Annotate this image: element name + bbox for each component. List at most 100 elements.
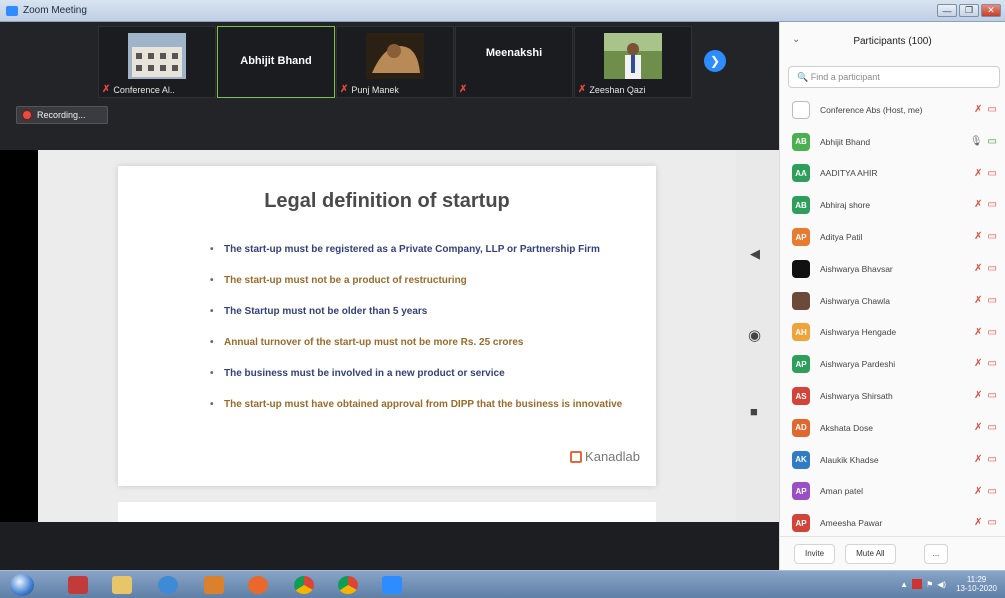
tile-name: Abhijit Bhand bbox=[240, 55, 312, 67]
flag-icon[interactable]: ⚑ bbox=[926, 580, 933, 589]
participants-list: Conference Abs (Host, me) ✗ ▭ AB Abhijit Bha… bbox=[780, 94, 1005, 539]
chrome-icon[interactable] bbox=[338, 576, 358, 594]
media-player-icon[interactable] bbox=[204, 576, 224, 594]
firefox-icon[interactable] bbox=[248, 576, 268, 594]
participant-name: Aishwarya Chawla bbox=[820, 295, 890, 306]
tray-icon[interactable] bbox=[912, 579, 923, 589]
participant-status-icons: ✗ ▭ bbox=[974, 104, 997, 115]
video-tile[interactable]: Meenakshi ✗ bbox=[455, 26, 573, 98]
video-tile-active-speaker[interactable]: Abhijit Bhand bbox=[217, 26, 335, 98]
close-button[interactable]: ✕ bbox=[981, 4, 1001, 17]
meeting-area: ✗ Conference Al.. Abhijit Bhand ✗ Punj M… bbox=[0, 22, 779, 570]
zoom-taskbar-icon[interactable] bbox=[382, 576, 402, 594]
tile-name: Zeeshan Qazi bbox=[589, 84, 646, 95]
mic-muted-icon: ✗ bbox=[974, 517, 983, 529]
recording-indicator[interactable]: Recording... bbox=[16, 106, 108, 124]
participant-search-input[interactable]: 🔍 Find a participant bbox=[788, 66, 1000, 88]
video-off-icon: ▭ bbox=[987, 326, 997, 338]
participant-name: Aishwarya Bhavsar bbox=[820, 263, 893, 274]
chrome-icon[interactable] bbox=[294, 576, 314, 594]
participant-status-icons: ✗ ▭ bbox=[974, 390, 997, 401]
avatar: AP bbox=[792, 228, 810, 247]
video-tile[interactable]: ✗ Punj Manek bbox=[336, 26, 454, 98]
participant-row[interactable]: AP Ameesha Pawar ✗ ▭ bbox=[780, 507, 1005, 539]
mic-muted-icon: ✗ bbox=[340, 84, 349, 95]
tile-name: Punj Manek bbox=[351, 84, 399, 95]
participant-name: Aman patel bbox=[820, 486, 863, 497]
tile-name-plate: ✗ Punj Manek bbox=[337, 84, 402, 95]
tile-name: Meenakshi bbox=[485, 47, 543, 59]
search-icon: 🔍 bbox=[797, 72, 809, 82]
avatar: AH bbox=[792, 323, 810, 342]
folder-icon[interactable] bbox=[112, 576, 132, 594]
participant-name: Aditya Patil bbox=[820, 232, 863, 243]
participant-status-icons: ✗ ▭ bbox=[974, 295, 997, 306]
participant-name: Abhiraj shore bbox=[820, 200, 871, 211]
presentation-slide: Legal definition of startup The start-up… bbox=[118, 166, 656, 486]
participant-name: AADITYA AHIR bbox=[820, 168, 878, 179]
window-titlebar: Zoom Meeting — ❐ ✕ bbox=[0, 0, 1005, 22]
app-icon[interactable] bbox=[68, 576, 88, 594]
participant-status-icons: ✗ ▭ bbox=[974, 517, 997, 528]
slide-bullets: The start-up must be registered as a Pri… bbox=[208, 244, 628, 430]
maximize-button[interactable]: ❐ bbox=[959, 4, 979, 17]
avatar: AA bbox=[792, 164, 810, 183]
pointer-icon[interactable]: ◉ bbox=[748, 326, 761, 344]
tile-name-plate: ✗ bbox=[456, 84, 473, 95]
participant-status-icons: ✗ ▭ bbox=[974, 199, 997, 210]
previous-slide-icon[interactable]: ◀ bbox=[750, 246, 760, 262]
volume-icon[interactable]: ◀) bbox=[937, 580, 946, 589]
window-controls: — ❐ ✕ bbox=[937, 4, 1001, 17]
avatar: AS bbox=[792, 387, 810, 406]
participant-row[interactable]: AB Abhiraj shore ✗ ▭ bbox=[780, 189, 1005, 221]
participant-name: Conference Abs (Host, me) bbox=[820, 104, 923, 115]
mic-muted-icon: ✗ bbox=[974, 326, 983, 338]
participant-row[interactable]: AA AADITYA AHIR ✗ ▭ bbox=[780, 158, 1005, 190]
tray-icon[interactable]: ▲ bbox=[900, 580, 908, 589]
mic-muted-icon: ✗ bbox=[974, 485, 983, 497]
avatar: AP bbox=[792, 514, 810, 533]
video-off-icon: ▭ bbox=[987, 421, 997, 433]
participant-row[interactable]: Aishwarya Chawla ✗ ▭ bbox=[780, 285, 1005, 317]
mic-muted-icon: ✗ bbox=[974, 453, 983, 465]
clock-time: 11:29 bbox=[966, 575, 987, 584]
tile-name-plate: ✗ Zeeshan Qazi bbox=[575, 84, 648, 95]
start-button[interactable] bbox=[10, 574, 34, 596]
video-tile[interactable]: ✗ Conference Al.. bbox=[98, 26, 216, 98]
mic-muted-icon: ✗ bbox=[974, 262, 983, 274]
internet-explorer-icon[interactable] bbox=[158, 576, 178, 594]
mic-muted-icon: ✗ bbox=[974, 167, 983, 179]
more-button[interactable]: ... bbox=[923, 543, 949, 564]
participant-row[interactable]: AD Akshata Dose ✗ ▭ bbox=[780, 412, 1005, 444]
minimize-button[interactable]: — bbox=[937, 4, 957, 17]
chevron-right-icon[interactable]: ❯ bbox=[704, 50, 726, 72]
avatar bbox=[792, 291, 810, 310]
participant-photo bbox=[128, 33, 186, 79]
participant-row[interactable]: AK Alaukik Khadse ✗ ▭ bbox=[780, 444, 1005, 476]
participant-row[interactable]: Conference Abs (Host, me) ✗ ▭ bbox=[780, 94, 1005, 126]
invite-button[interactable]: Invite bbox=[794, 543, 836, 564]
mic-icon: 🎙 bbox=[969, 135, 983, 147]
window-title: Zoom Meeting bbox=[23, 5, 87, 16]
video-off-icon: ▭ bbox=[987, 231, 997, 243]
participant-row[interactable]: AH Aishwarya Hengade ✗ ▭ bbox=[780, 317, 1005, 349]
participant-row[interactable]: AP Aishwarya Pardeshi ✗ ▭ bbox=[780, 348, 1005, 380]
participant-row[interactable]: AS Aishwarya Shirsath ✗ ▭ bbox=[780, 380, 1005, 412]
mute-all-button[interactable]: Mute All bbox=[845, 543, 896, 564]
participant-status-icons: ✗ ▭ bbox=[974, 422, 997, 433]
participant-row[interactable]: Aishwarya Bhavsar ✗ ▭ bbox=[780, 253, 1005, 285]
participant-photo bbox=[604, 33, 662, 79]
participants-header: ⌄ Participants (100) bbox=[780, 22, 1005, 60]
avatar: AK bbox=[792, 450, 810, 469]
video-tile[interactable]: ✗ Zeeshan Qazi bbox=[574, 26, 692, 98]
participants-panel: ⌄ Participants (100) 🔍 Find a participan… bbox=[779, 22, 1005, 570]
participant-row[interactable]: AB Abhijit Bhand 🎙 ▭ bbox=[780, 126, 1005, 158]
participant-row[interactable]: AP Aditya Patil ✗ ▭ bbox=[780, 221, 1005, 253]
stop-icon[interactable]: ■ bbox=[750, 404, 758, 419]
chevron-down-icon[interactable]: ⌄ bbox=[792, 34, 800, 45]
video-off-icon: ▭ bbox=[987, 390, 997, 402]
system-clock[interactable]: 11:29 13-10-2020 bbox=[956, 575, 997, 593]
mic-muted-icon: ✗ bbox=[974, 294, 983, 306]
search-placeholder: Find a participant bbox=[810, 72, 880, 82]
participant-row[interactable]: AP Aman patel ✗ ▭ bbox=[780, 476, 1005, 508]
